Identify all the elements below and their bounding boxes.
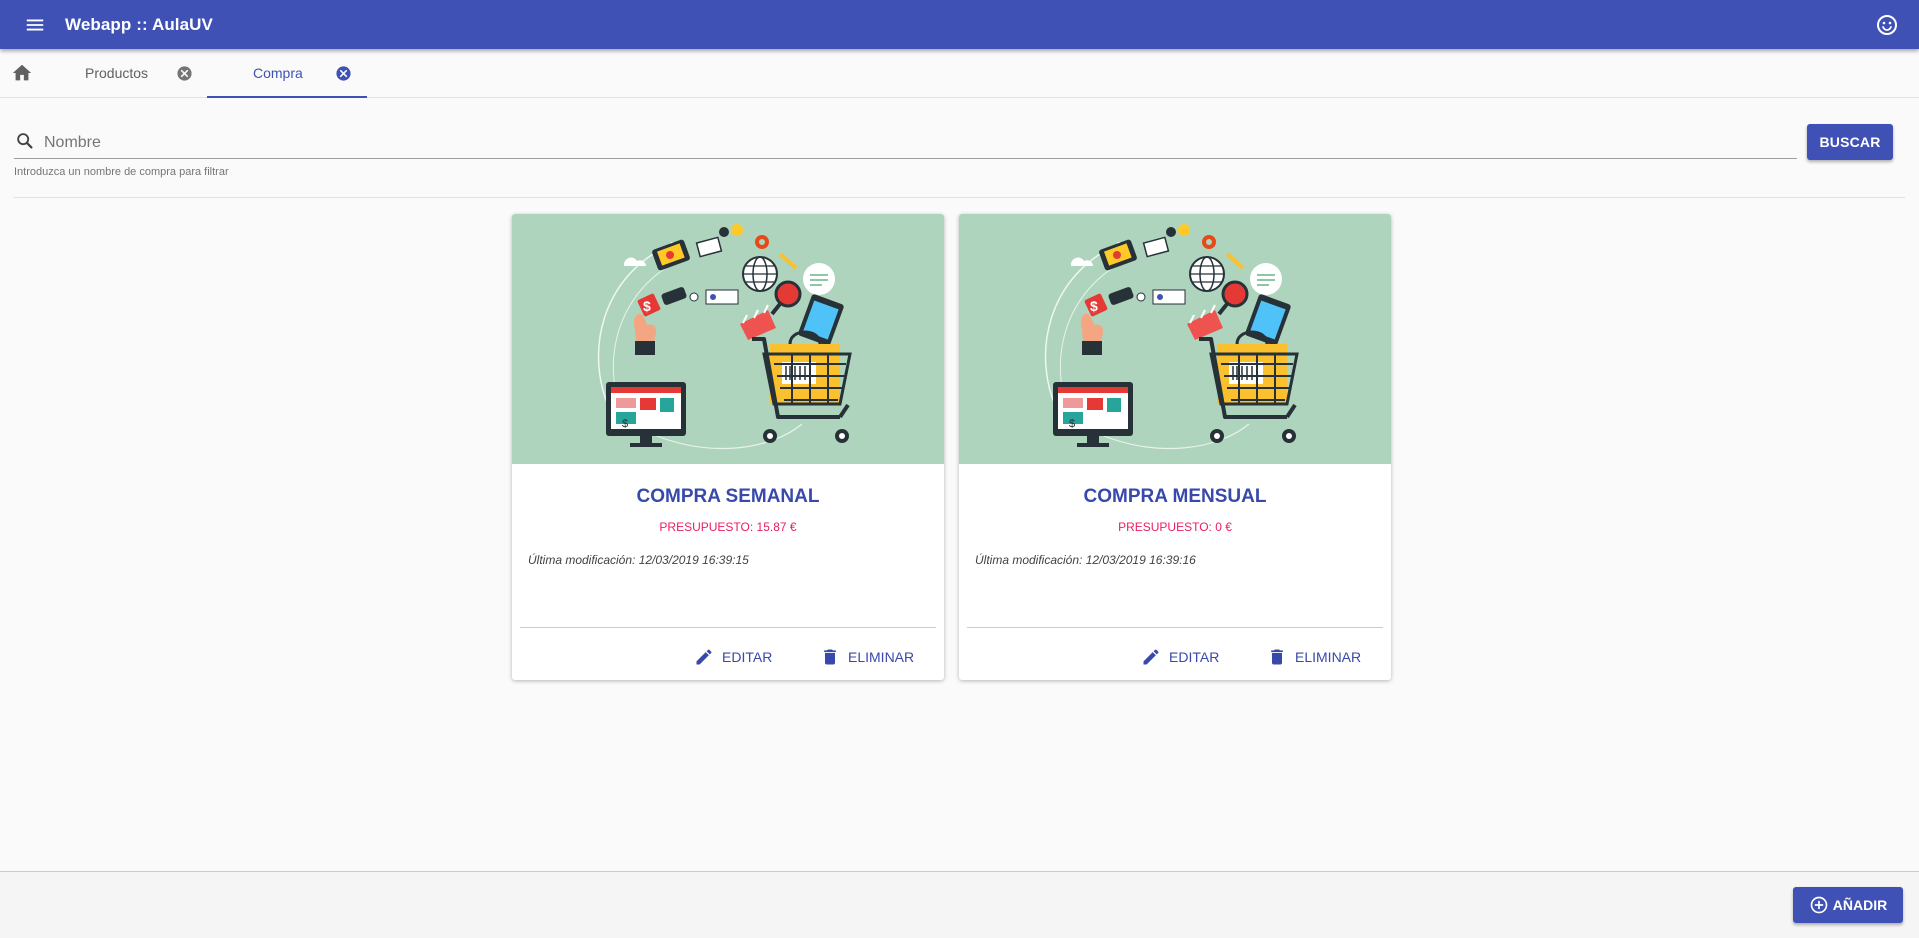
edit-button[interactable]: EDITAR: [1141, 640, 1219, 674]
svg-text:$: $: [1090, 298, 1098, 314]
card-divider: [967, 627, 1383, 628]
tab-bar: Productos Compra: [0, 49, 1919, 98]
menu-icon: [26, 19, 44, 30]
delete-button-label: ELIMINAR: [1295, 649, 1362, 665]
delete-button[interactable]: ELIMINAR: [1267, 640, 1361, 674]
tab-compra[interactable]: Compra: [207, 49, 367, 98]
card-modified-date: Última modificación: 12/03/2019 16:39:15: [528, 553, 749, 567]
edit-button-label: EDITAR: [722, 649, 773, 665]
card-title: COMPRA MENSUAL: [1083, 486, 1267, 507]
divider: [14, 197, 1905, 198]
edit-button-label: EDITAR: [1169, 649, 1220, 665]
card-modified-date: Última modificación: 12/03/2019 16:39:16: [975, 553, 1196, 567]
pencil-icon: [696, 649, 712, 665]
search-icon: [17, 133, 33, 149]
pencil-icon: [1143, 649, 1159, 665]
delete-button[interactable]: ELIMINAR: [820, 640, 914, 674]
app-title: Webapp :: AulaUV: [65, 14, 213, 34]
edit-button[interactable]: EDITAR: [694, 640, 772, 674]
purchase-card: $ $: [959, 214, 1391, 680]
svg-text:$: $: [643, 298, 651, 314]
card-divider: [520, 627, 936, 628]
close-circle-icon[interactable]: [176, 65, 193, 82]
purchase-card: $ $: [512, 214, 944, 680]
search-hint: Introduzca un nombre de compra para filt…: [14, 166, 229, 178]
tab-home[interactable]: [9, 60, 35, 86]
shopping-illustration-icon: $ $: [1044, 224, 1299, 450]
trash-icon: [824, 649, 836, 665]
add-button-label: AÑADIR: [1832, 897, 1888, 913]
svg-text:$: $: [1069, 418, 1075, 430]
search-input[interactable]: [44, 130, 1794, 156]
footer-bar: [0, 871, 1919, 938]
menu-button[interactable]: [18, 8, 52, 42]
card-budget: PRESUPUESTO: 15.87 €: [659, 520, 797, 534]
card-budget: PRESUPUESTO: 0 €: [1118, 520, 1232, 534]
user-button[interactable]: [1873, 11, 1901, 39]
card-media: $ $: [512, 214, 944, 464]
tab-productos[interactable]: Productos: [62, 49, 204, 97]
search-underline: [14, 158, 1797, 159]
close-circle-icon[interactable]: [335, 65, 352, 82]
trash-icon: [1271, 649, 1283, 665]
add-button[interactable]: AÑADIR: [1793, 887, 1903, 923]
search-button[interactable]: BUSCAR: [1807, 124, 1893, 160]
smiley-icon: [1877, 15, 1897, 35]
card-title: COMPRA SEMANAL: [636, 486, 820, 507]
plus-circle-icon: [1810, 896, 1828, 914]
delete-button-label: ELIMINAR: [848, 649, 915, 665]
tab-label: Compra: [253, 65, 303, 81]
svg-text:$: $: [622, 418, 628, 430]
app-toolbar: Webapp :: AulaUV: [0, 0, 1919, 49]
card-media: $ $: [959, 214, 1391, 464]
shopping-illustration-icon: $ $: [597, 224, 852, 450]
tab-label: Productos: [85, 65, 149, 81]
home-icon: [12, 64, 32, 81]
